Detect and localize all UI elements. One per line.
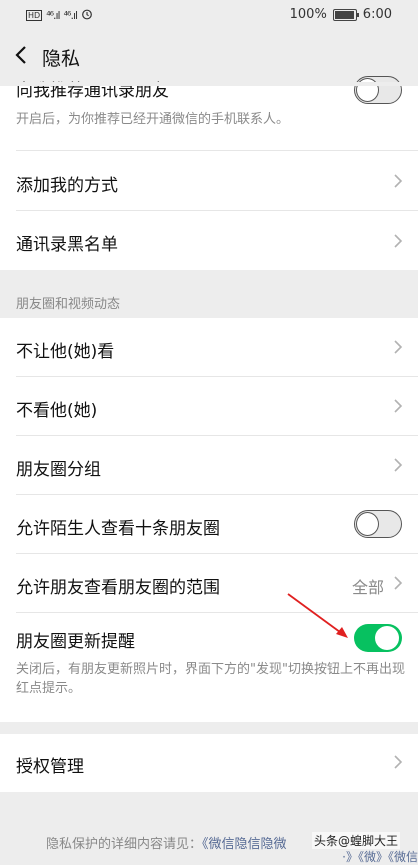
privacy-link-fragment[interactable]: ·》《微》《微信: [342, 848, 418, 865]
stranger-ten-posts-toggle[interactable]: [354, 510, 402, 538]
hide-their-posts-label: 不看他(她): [16, 401, 98, 421]
stranger-ten-posts-label: 允许陌生人查看十条朋友圈: [16, 519, 220, 539]
clock: 6:00: [362, 7, 392, 22]
hd-icon: HD: [26, 10, 43, 21]
recommend-contacts-toggle[interactable]: [354, 76, 402, 104]
add-me-methods-row[interactable]: 添加我的方式: [0, 150, 418, 210]
battery-percent: 100%: [289, 7, 327, 22]
status-right: 100% 6:00: [290, 7, 392, 22]
hide-their-posts-row[interactable]: 不看他(她): [0, 377, 418, 435]
authorization-management-row[interactable]: 授权管理: [0, 734, 418, 792]
toggle-knob: [356, 511, 379, 536]
battery-icon: [332, 8, 359, 21]
toggle-knob: [375, 626, 399, 650]
hide-my-posts-row[interactable]: 不让他(她)看: [0, 318, 418, 376]
recommend-contacts-row: 向我推荐通讯录朋友 开启后，为你推荐已经开通微信的手机联系人。: [0, 76, 418, 150]
contacts-group: 添加我的方式 通讯录黑名单: [0, 150, 418, 270]
friends-view-range-row[interactable]: 允许朋友查看朋友圈的范围 全部: [0, 554, 418, 612]
nav-bar-edge: [0, 82, 418, 86]
status-bar: HD ⁴⁶.ıl ⁴⁶.ıl 100% 6:00: [0, 0, 418, 30]
friends-view-range-value: 全部: [351, 578, 384, 597]
chevron-right-icon: [392, 574, 404, 592]
chevron-right-icon: [392, 456, 404, 474]
status-left: HD ⁴⁶.ıl ⁴⁶.ıl: [26, 8, 93, 23]
watermark: 头条@蝗脚大王: [311, 832, 400, 849]
privacy-footer-prefix: 隐私保护的详细内容请见：: [46, 837, 203, 852]
chevron-right-icon: [392, 753, 404, 771]
stranger-ten-posts-row: 允许陌生人查看十条朋友圈: [0, 495, 418, 553]
signal-icon-2: ⁴⁶.ıl: [63, 9, 78, 22]
chevron-right-icon: [392, 232, 404, 250]
hide-my-posts-label: 不让他(她)看: [16, 342, 115, 362]
alarm-icon: [81, 8, 93, 23]
moments-update-reminder-toggle[interactable]: [354, 624, 402, 652]
moments-groups-label: 朋友圈分组: [16, 460, 101, 480]
page-title: 隐私: [42, 48, 81, 70]
privacy-footer: 隐私保护的详细内容请见：《微信隐信隐微: [46, 833, 287, 852]
add-me-methods-label: 添加我的方式: [16, 176, 118, 196]
contacts-blacklist-row[interactable]: 通讯录黑名单: [0, 211, 418, 270]
recommend-contacts-label: 向我推荐通讯录朋友: [16, 81, 169, 101]
contacts-blacklist-label: 通讯录黑名单: [16, 235, 118, 255]
back-arrow-icon[interactable]: [10, 42, 32, 68]
moments-update-reminder-label: 朋友圈更新提醒: [16, 632, 135, 652]
chevron-right-icon: [392, 172, 404, 190]
moments-update-reminder-row: 朋友圈更新提醒 关闭后，有朋友更新照片时，界面下方的"发现"切换按钮上不再出现红…: [0, 613, 418, 722]
moments-group: 不让他(她)看 不看他(她) 朋友圈分组 允许陌生人查看十条朋友圈 允许朋友查看…: [0, 318, 418, 722]
authorization-management-label: 授权管理: [16, 757, 84, 777]
privacy-policy-link[interactable]: 《微信隐信隐微: [202, 837, 287, 852]
nav-bar: 隐私: [0, 30, 418, 82]
signal-icon: ⁴⁶.ıl: [46, 9, 60, 22]
annotation-arrow-icon: [287, 593, 348, 638]
moments-update-reminder-desc: 关闭后，有朋友更新照片时，界面下方的"发现"切换按钮上不再出现红点提示。: [16, 662, 405, 696]
chevron-right-icon: [392, 338, 404, 356]
recommend-contacts-desc: 开启后，为你推荐已经开通微信的手机联系人。: [16, 112, 290, 127]
chevron-right-icon: [392, 397, 404, 415]
moments-section-header: 朋友圈和视频动态: [16, 297, 121, 312]
moments-groups-row[interactable]: 朋友圈分组: [0, 436, 418, 494]
friends-view-range-label: 允许朋友查看朋友圈的范围: [16, 578, 220, 598]
